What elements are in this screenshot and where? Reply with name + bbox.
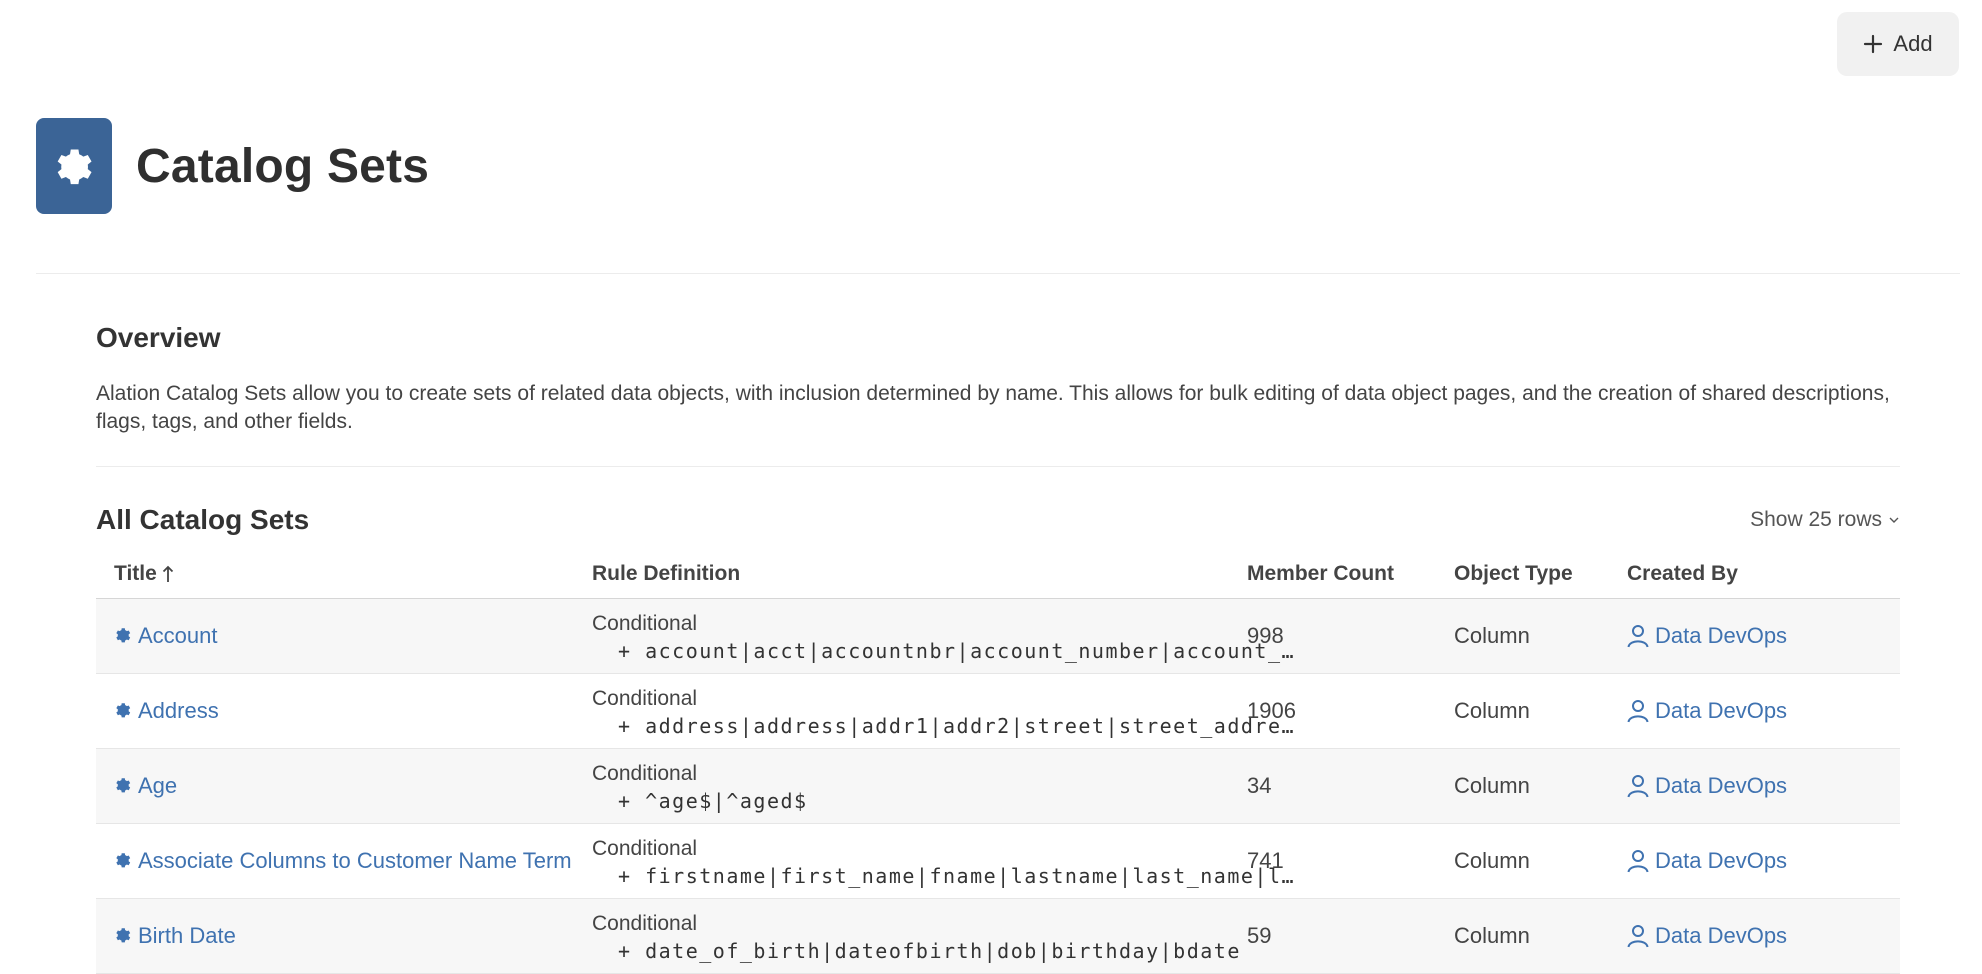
- table-body: Account Conditional + account|acct|account…: [96, 599, 1900, 974]
- rule-expression: + account|acct|accountnbr|account_number…: [618, 639, 1307, 663]
- cell-member-count: 998: [1247, 623, 1284, 648]
- table-row: Age Conditional + ^age$|^aged$ 34 Column Data…: [96, 749, 1900, 824]
- creator-name: Data DevOps: [1655, 923, 1788, 948]
- creator-link[interactable]: Data DevOps: [1627, 674, 1787, 748]
- gear-icon: [116, 928, 131, 943]
- creator-name: Data DevOps: [1655, 698, 1788, 723]
- catalog-set-link[interactable]: Age: [114, 772, 177, 800]
- cell-title: Age: [114, 749, 574, 823]
- column-header-created-by[interactable]: Created By: [1627, 562, 1738, 586]
- gear-icon: [116, 703, 131, 718]
- catalog-sets-app-icon: [36, 118, 112, 214]
- gear-icon: [116, 778, 131, 793]
- add-button[interactable]: Add: [1837, 12, 1959, 76]
- creator-link[interactable]: Data DevOps: [1627, 824, 1787, 898]
- table-row: Address Conditional + address|address|addr…: [96, 674, 1900, 749]
- cell-title: Address: [114, 674, 574, 748]
- column-header-rule-definition[interactable]: Rule Definition: [592, 562, 740, 586]
- user-icon: [1627, 925, 1649, 948]
- cell-rule-definition: Conditional + ^age$|^aged$: [592, 761, 1307, 815]
- cell-rule-definition: Conditional + account|acct|accountnbr|acc…: [592, 611, 1307, 665]
- header-divider: [36, 273, 1960, 274]
- table-row: Birth Date Conditional + date_of_birth|dat…: [96, 899, 1900, 974]
- creator-link[interactable]: Data DevOps: [1627, 899, 1787, 973]
- user-icon: [1627, 625, 1649, 648]
- gear-icon: [57, 149, 92, 185]
- cell-object-type: Column: [1454, 773, 1530, 798]
- rule-expression: + date_of_birth|dateofbirth|dob|birthday…: [618, 939, 1241, 963]
- creator-link[interactable]: Data DevOps: [1627, 599, 1787, 673]
- cell-member-count: 1906: [1247, 698, 1296, 723]
- overview-heading: Overview: [96, 322, 221, 353]
- cell-object-type: Column: [1454, 848, 1530, 873]
- cell-member-count: 741: [1247, 848, 1284, 873]
- cell-object-type: Column: [1454, 698, 1530, 723]
- column-header-member-count[interactable]: Member Count: [1247, 562, 1394, 586]
- cell-member-count: 34: [1247, 773, 1272, 798]
- rule-expression: + address|address|addr1|addr2|street|str…: [618, 714, 1307, 738]
- gear-icon: [116, 628, 131, 643]
- gear-icon: [116, 853, 131, 868]
- overview-description: Alation Catalog Sets allow you to create…: [96, 382, 1890, 433]
- rule-expression: + firstname|first_name|fname|lastname|la…: [618, 864, 1307, 888]
- catalog-set-title: Birth Date: [138, 923, 236, 948]
- page-header: Catalog Sets: [36, 118, 429, 214]
- cell-rule-definition: Conditional + date_of_birth|dateofbirth|d…: [592, 911, 1307, 965]
- table-row: Associate Columns to Customer Name Term C…: [96, 824, 1900, 899]
- page-title: Catalog Sets: [136, 139, 430, 193]
- catalog-set-link[interactable]: Birth Date: [114, 922, 236, 950]
- cell-member-count: 59: [1247, 923, 1272, 948]
- all-catalog-sets-heading: All Catalog Sets: [96, 504, 310, 535]
- catalog-set-link[interactable]: Associate Columns to Customer Name Term: [114, 847, 572, 875]
- sort-ascending-icon: [162, 565, 173, 582]
- cell-object-type: Column: [1454, 923, 1530, 948]
- catalog-set-link[interactable]: Account: [114, 622, 218, 650]
- cell-rule-definition: Conditional + firstname|first_name|fname|…: [592, 836, 1307, 890]
- user-icon: [1627, 850, 1649, 873]
- creator-link[interactable]: Data DevOps: [1627, 749, 1787, 823]
- catalog-set-title: Address: [138, 698, 219, 723]
- add-button-label: Add: [1893, 31, 1933, 56]
- rule-kind: Conditional: [592, 687, 698, 710]
- user-icon: [1627, 775, 1649, 798]
- rule-kind: Conditional: [592, 762, 698, 785]
- rule-kind: Conditional: [592, 612, 698, 635]
- creator-name: Data DevOps: [1655, 848, 1788, 873]
- catalog-sets-table: Title Rule Definition Member Count Objec…: [96, 558, 1900, 974]
- rows-per-page-label: Show 25 rows: [1750, 508, 1882, 531]
- table-header: Title Rule Definition Member Count Objec…: [96, 558, 1900, 599]
- catalog-set-title: Age: [138, 773, 178, 798]
- plus-icon: [1864, 34, 1883, 54]
- overview-divider: [96, 466, 1900, 467]
- user-icon: [1627, 700, 1649, 723]
- table-row: Account Conditional + account|acct|account…: [96, 599, 1900, 674]
- catalog-set-title: Associate Columns to Customer Name Term: [138, 848, 572, 873]
- rows-per-page-select[interactable]: Show 25 rows: [1750, 508, 1900, 532]
- cell-title: Associate Columns to Customer Name Term: [114, 824, 574, 898]
- creator-name: Data DevOps: [1655, 623, 1788, 648]
- catalog-sets-page: Add Catalog Sets Overview Alation Catalo…: [0, 0, 1982, 974]
- cell-title: Birth Date: [114, 899, 574, 973]
- cell-title: Account: [114, 599, 574, 673]
- rule-kind: Conditional: [592, 912, 698, 935]
- rule-expression: + ^age$|^aged$: [618, 789, 808, 813]
- catalog-set-title: Account: [138, 623, 218, 648]
- cell-object-type: Column: [1454, 623, 1530, 648]
- column-header-object-type[interactable]: Object Type: [1454, 562, 1573, 586]
- creator-name: Data DevOps: [1655, 773, 1788, 798]
- cell-rule-definition: Conditional + address|address|addr1|addr2…: [592, 686, 1307, 740]
- catalog-set-link[interactable]: Address: [114, 697, 219, 725]
- chevron-down-icon: [1889, 517, 1899, 523]
- rule-kind: Conditional: [592, 837, 698, 860]
- column-header-title[interactable]: Title: [114, 562, 175, 586]
